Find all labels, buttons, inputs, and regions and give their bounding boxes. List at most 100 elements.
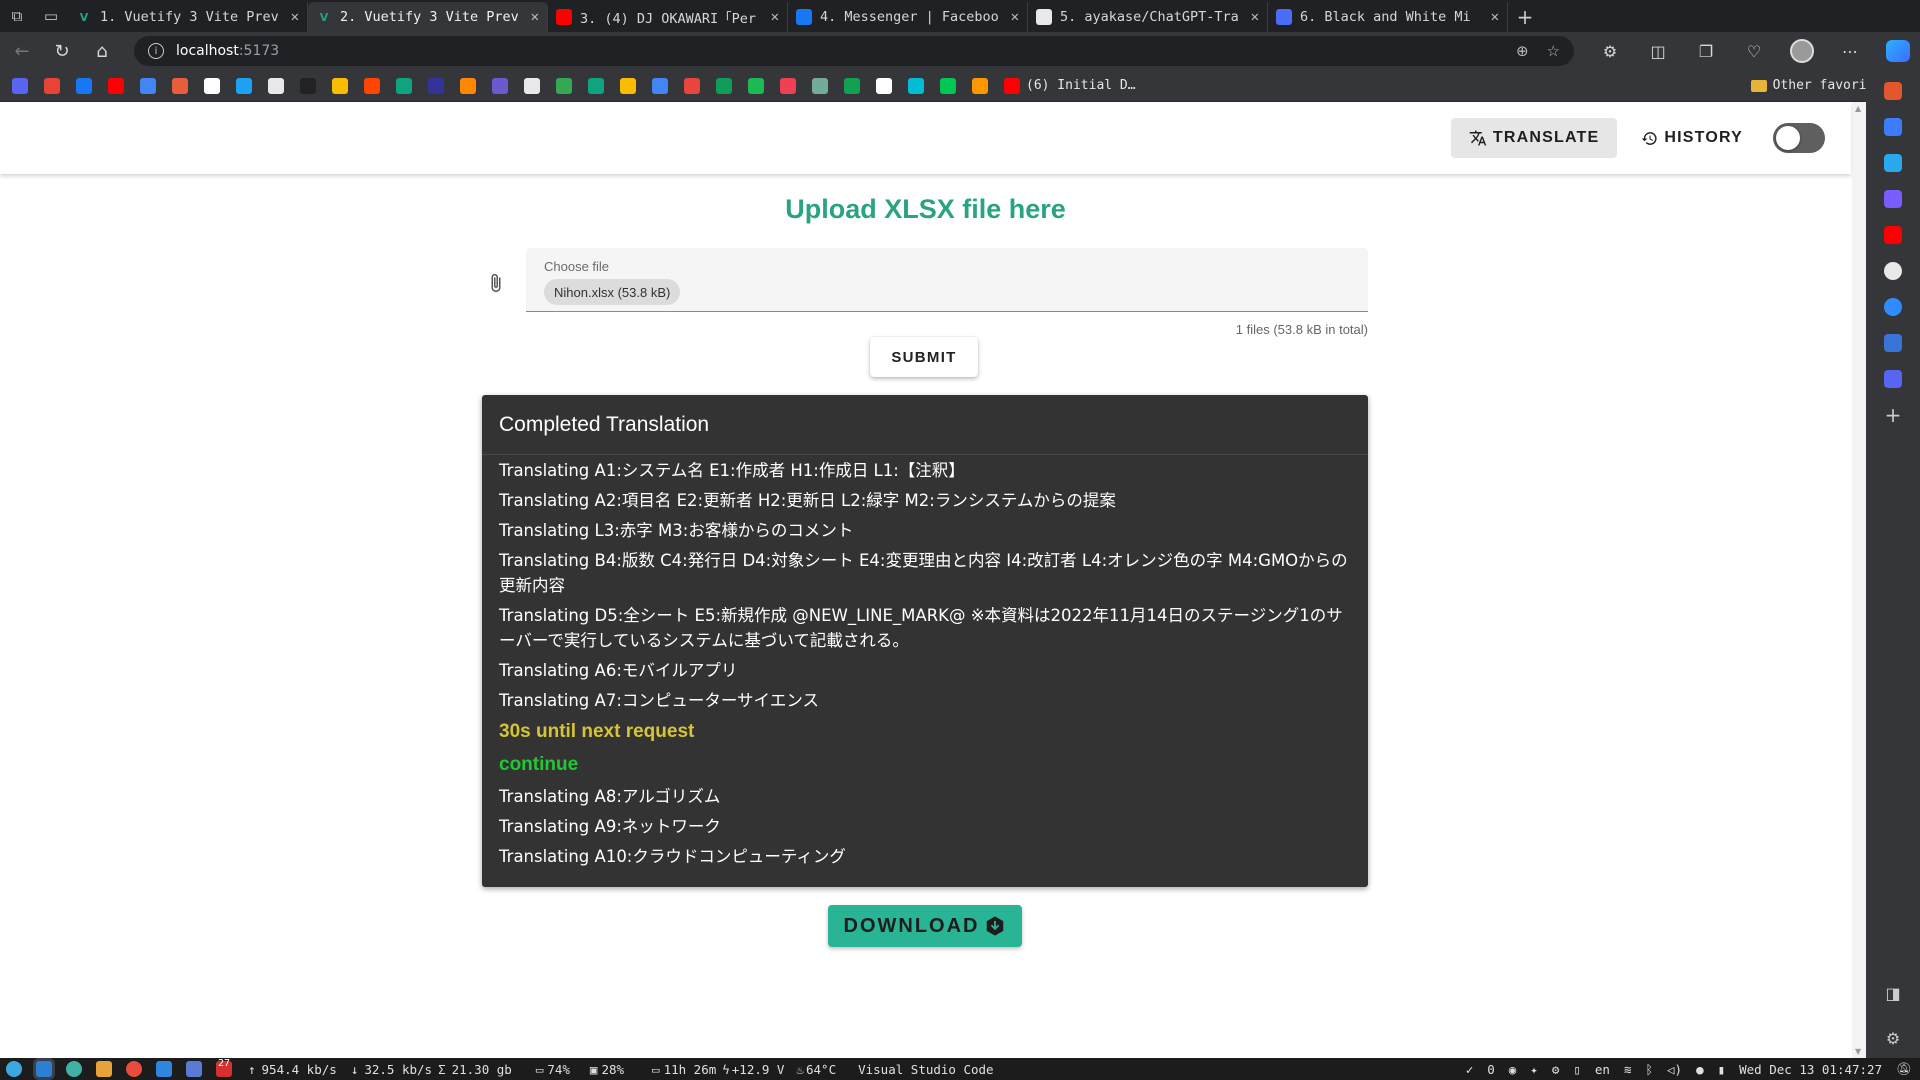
facebook-icon[interactable]: [76, 77, 92, 94]
discord-icon[interactable]: [1884, 370, 1902, 388]
split-screen-icon[interactable]: ◫: [1640, 35, 1676, 67]
p-icon[interactable]: [236, 77, 252, 94]
chat-icon[interactable]: [1884, 298, 1902, 316]
maps-icon[interactable]: [556, 77, 572, 94]
submit-button[interactable]: SUBMIT: [870, 337, 978, 377]
window-icon[interactable]: [492, 77, 508, 94]
more-menu-icon[interactable]: ⋯: [1832, 35, 1868, 67]
gmail-icon[interactable]: [44, 77, 60, 94]
bluetooth-icon[interactable]: ᛒ: [1645, 1062, 1653, 1077]
translate-icon[interactable]: [140, 77, 156, 94]
chatgpt-icon[interactable]: [588, 77, 604, 94]
back-button[interactable]: ←: [4, 35, 40, 67]
openai-icon[interactable]: [812, 77, 828, 94]
tab-actions-icon[interactable]: ▭: [34, 0, 68, 32]
close-tab-icon[interactable]: ✕: [531, 9, 539, 25]
spotify-icon[interactable]: [748, 77, 764, 94]
home-button[interactable]: ⌂: [84, 35, 120, 67]
zoom-icon[interactable]: ⊕: [1516, 42, 1529, 60]
collections-icon[interactable]: ❐: [1688, 35, 1724, 67]
battery-icon[interactable]: ▮: [1718, 1062, 1726, 1077]
clock[interactable]: Wed Dec 13 01:47:27: [1739, 1062, 1882, 1077]
wifi-icon[interactable]: ≋: [1624, 1062, 1632, 1077]
profile-button[interactable]: [1784, 35, 1820, 67]
notification-app-icon[interactable]: 27: [216, 1058, 232, 1077]
microphone-icon[interactable]: ●: [1696, 1062, 1704, 1077]
bookmark-initial-d-label[interactable]: (6) Initial D…: [1026, 78, 1136, 93]
browser-tab[interactable]: V 2. Vuetify 3 Vite Prev ✕: [308, 2, 548, 32]
close-tab-icon[interactable]: ✕: [771, 9, 779, 25]
check-icon[interactable]: ✓: [1466, 1062, 1474, 1077]
outlook-icon[interactable]: [1884, 334, 1902, 352]
close-tab-icon[interactable]: ✕: [291, 9, 299, 25]
x-icon[interactable]: [204, 77, 220, 94]
address-bar[interactable]: i localhost:5173 ⊕ ☆: [134, 36, 1574, 66]
copilot-icon[interactable]: [1886, 40, 1910, 62]
favorite-star-icon[interactable]: ☆: [1547, 42, 1560, 60]
tray-app-icon[interactable]: ✦: [1530, 1062, 1538, 1077]
notifications-icon[interactable]: 🔕︎: [1896, 1061, 1912, 1077]
app-circle-icon[interactable]: [66, 1061, 82, 1077]
refresh-button[interactable]: ↻: [44, 35, 80, 67]
box-icon[interactable]: [940, 77, 956, 94]
docs-icon[interactable]: [652, 77, 668, 94]
keep-icon[interactable]: [332, 77, 348, 94]
circle-icon[interactable]: [428, 77, 444, 94]
reddit-icon[interactable]: [364, 77, 380, 94]
browser-tab[interactable]: 5. ayakase/ChatGPT-Tra ✕: [1028, 2, 1268, 32]
vscode-icon[interactable]: [36, 1061, 52, 1077]
app-icon[interactable]: [300, 77, 316, 94]
paperclip-icon[interactable]: [486, 270, 506, 296]
shopping-icon[interactable]: [1884, 82, 1902, 100]
close-tab-icon[interactable]: ✕: [1011, 9, 1019, 25]
new-tab-button[interactable]: +: [1508, 2, 1542, 32]
translate-nav-button[interactable]: TRANSLATE: [1450, 118, 1618, 158]
warning-icon[interactable]: [972, 77, 988, 94]
hide-sidebar-icon[interactable]: ◨: [1885, 984, 1900, 1003]
close-tab-icon[interactable]: ✕: [1251, 9, 1259, 25]
github-icon[interactable]: [524, 77, 540, 94]
volume-icon[interactable]: ◁): [1667, 1062, 1682, 1077]
browser-tab[interactable]: 4. Messenger | Faceboo ✕: [788, 2, 1028, 32]
browser-tab[interactable]: 3. (4) DJ OKAWARI「Per ✕: [548, 2, 788, 32]
telegram-icon[interactable]: [1884, 154, 1902, 172]
extensions-icon[interactable]: ⚙: [1592, 35, 1628, 67]
add-sidebar-app-icon[interactable]: +: [1885, 405, 1902, 425]
discord-icon[interactable]: [12, 77, 28, 94]
keyboard-layout[interactable]: en: [1595, 1062, 1610, 1077]
theme-toggle-switch[interactable]: [1773, 123, 1825, 153]
files-icon[interactable]: [96, 1061, 112, 1077]
site-info-icon[interactable]: i: [148, 43, 164, 59]
openai-icon[interactable]: [396, 77, 412, 94]
close-tab-icon[interactable]: ✕: [1491, 9, 1499, 25]
sparkle-icon[interactable]: [908, 77, 924, 94]
medium-icon[interactable]: [844, 77, 860, 94]
dots-icon[interactable]: [460, 77, 476, 94]
browser-essentials-icon[interactable]: ♡: [1736, 35, 1772, 67]
mail-icon[interactable]: [684, 77, 700, 94]
drive-icon[interactable]: [620, 77, 636, 94]
copilot-side-icon[interactable]: [1884, 118, 1902, 136]
terminal-icon[interactable]: [186, 1061, 202, 1077]
browser-tab[interactable]: V 1. Vuetify 3 Vite Prev ✕: [68, 2, 308, 32]
steam-icon[interactable]: ⚙: [1552, 1062, 1560, 1077]
notion-like-icon[interactable]: [268, 77, 284, 94]
file-input[interactable]: Choose file Nihon.xlsx (53.8 kB): [526, 248, 1368, 312]
clipboard-icon[interactable]: ▯: [1573, 1062, 1581, 1077]
history-nav-button[interactable]: HISTORY: [1623, 118, 1761, 158]
youtube-icon[interactable]: [108, 77, 124, 94]
download-button[interactable]: DOWNLOAD: [828, 905, 1022, 947]
sidebar-settings-icon[interactable]: ⚙: [1886, 1029, 1900, 1048]
messenger-icon[interactable]: [1884, 190, 1902, 208]
openai-icon[interactable]: [1884, 262, 1902, 280]
browser-tab[interactable]: 6. Black and White Mi ✕: [1268, 2, 1508, 32]
youtube-icon[interactable]: [1004, 77, 1020, 94]
discord-tray-icon[interactable]: ◉: [1509, 1062, 1517, 1077]
shopping-icon[interactable]: [172, 77, 188, 94]
sheets-icon[interactable]: [716, 77, 732, 94]
youtube-icon[interactable]: [1884, 226, 1902, 244]
puzzle-icon[interactable]: [156, 1061, 172, 1077]
workspaces-icon[interactable]: ⧉: [0, 0, 34, 32]
pocket-icon[interactable]: [780, 77, 796, 94]
launcher-icon[interactable]: [6, 1061, 22, 1077]
